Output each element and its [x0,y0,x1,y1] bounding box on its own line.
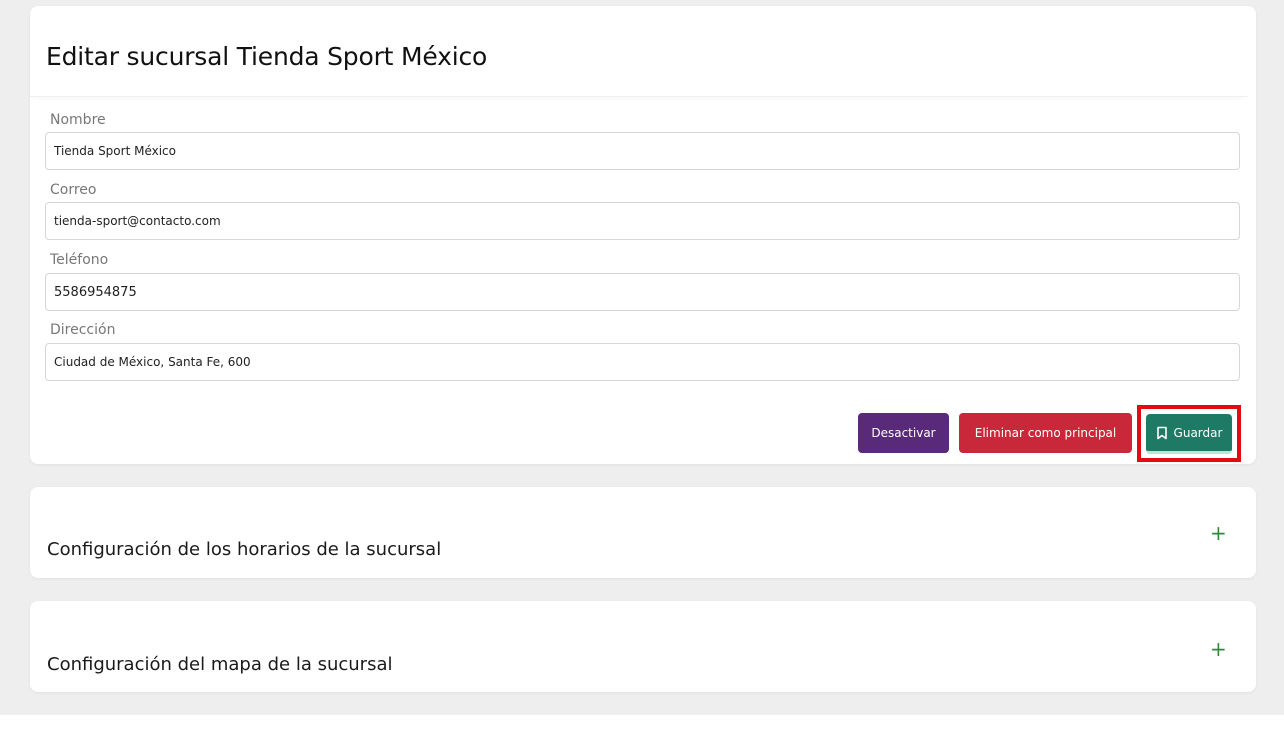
email-label: Correo [50,182,97,198]
bookmark-icon [1156,426,1167,439]
phone-label: Teléfono [50,252,109,268]
schedule-section-title: Configuración de los horarios de la sucu… [47,539,442,560]
address-label: Dirección [50,322,116,338]
page-title: Editar sucursal Tienda Sport México [46,42,488,71]
email-field[interactable] [45,202,1240,240]
schedule-section-card[interactable]: Configuración de los horarios de la sucu… [30,487,1256,578]
expand-schedule-icon[interactable]: + [1210,523,1227,543]
name-field[interactable] [45,132,1240,170]
deactivate-button[interactable]: Desactivar [858,413,949,453]
expand-map-icon[interactable]: + [1210,639,1227,659]
map-section-title: Configuración del mapa de la sucursal [47,654,393,675]
phone-field[interactable] [45,273,1240,311]
address-field[interactable] [45,343,1240,381]
card-header: Editar sucursal Tienda Sport México [30,6,1248,97]
save-button[interactable]: Guardar [1146,414,1232,454]
edit-branch-card: Editar sucursal Tienda Sport México Nomb… [30,6,1256,464]
name-label: Nombre [50,112,106,128]
remove-primary-button[interactable]: Eliminar como principal [959,413,1132,453]
save-button-label: Guardar [1173,425,1223,440]
map-section-card[interactable]: Configuración del mapa de la sucursal + [30,601,1256,692]
